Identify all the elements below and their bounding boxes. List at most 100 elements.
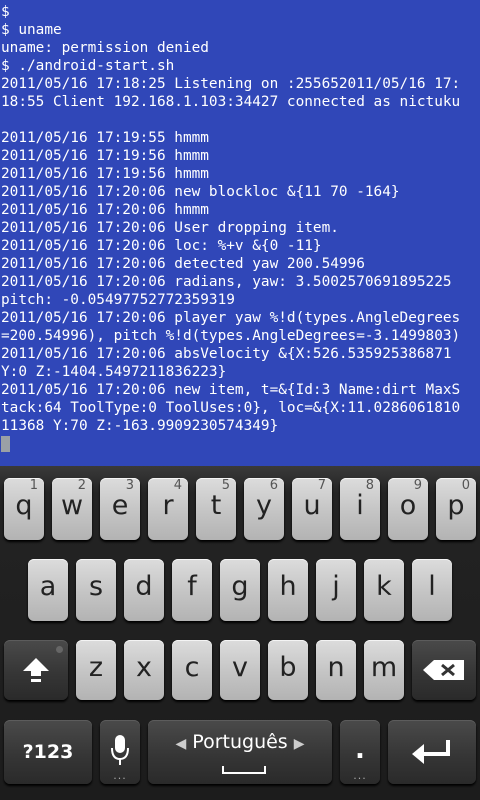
key-label: n xyxy=(327,652,345,683)
key-label: m xyxy=(370,652,398,683)
microphone-hint: ... xyxy=(113,769,127,782)
terminal-line: 2011/05/16 17:20:06 hmmm xyxy=(1,202,209,218)
key-label: w xyxy=(60,490,84,521)
terminal-line: 18:55 Client 192.168.1.103:34427 connect… xyxy=(1,94,461,110)
key-b[interactable]: b xyxy=(268,640,308,700)
shift-key[interactable] xyxy=(4,640,68,700)
key-label: v xyxy=(232,652,248,683)
key-label: z xyxy=(88,652,104,683)
terminal-line: $ uname xyxy=(1,22,62,38)
key-label: p xyxy=(447,490,465,521)
terminal-line: 2011/05/16 17:20:06 player yaw %!d(types… xyxy=(1,310,461,326)
key-label: x xyxy=(136,652,152,683)
key-label: u xyxy=(303,490,321,521)
key-i[interactable]: i8 xyxy=(340,478,380,540)
key-d[interactable]: d xyxy=(124,559,164,621)
terminal-line: uname: permission denied xyxy=(1,40,209,56)
terminal-line: 2011/05/16 17:19:56 hmmm xyxy=(1,148,209,164)
key-v[interactable]: v xyxy=(220,640,260,700)
key-u[interactable]: u7 xyxy=(292,478,332,540)
terminal-line: 2011/05/16 17:20:06 loc: %+v &{0 -11} xyxy=(1,238,322,254)
key-label: s xyxy=(88,571,104,602)
terminal-line: =200.54996), pitch %!d(types.AngleDegree… xyxy=(1,328,461,344)
terminal-screen[interactable]: $ $ uname uname: permission denied $ ./andr… xyxy=(0,0,480,466)
terminal-cursor xyxy=(1,436,10,452)
key-secondary-label: 9 xyxy=(413,478,422,493)
key-a[interactable]: a xyxy=(28,559,68,621)
key-k[interactable]: k xyxy=(364,559,404,621)
backspace-icon xyxy=(423,660,464,680)
key-y[interactable]: y6 xyxy=(244,478,284,540)
key-n[interactable]: n xyxy=(316,640,356,700)
space-bar-icon xyxy=(222,766,266,774)
key-p[interactable]: p0 xyxy=(436,478,476,540)
language-label: ◀ Português ▶ xyxy=(148,730,332,756)
key-g[interactable]: g xyxy=(220,559,260,621)
terminal-line: 2011/05/16 17:20:06 new item, t=&{Id:3 N… xyxy=(1,382,461,398)
key-secondary-label: 1 xyxy=(29,478,38,493)
shift-indicator xyxy=(56,646,63,653)
key-secondary-label: 6 xyxy=(269,478,278,493)
terminal-line: 2011/05/16 17:20:06 absVelocity &{X:526.… xyxy=(1,346,452,362)
key-secondary-label: 4 xyxy=(173,478,182,493)
key-secondary-label: 7 xyxy=(317,478,326,493)
terminal-line: 2011/05/16 17:20:06 User dropping item. xyxy=(1,220,339,236)
backspace-key[interactable] xyxy=(412,640,476,700)
key-f[interactable]: f xyxy=(172,559,212,621)
key-label: y xyxy=(256,490,272,521)
language-left-arrow-icon: ◀ xyxy=(175,736,187,752)
key-o[interactable]: o9 xyxy=(388,478,428,540)
key-label: d xyxy=(135,571,153,602)
key-l[interactable]: l xyxy=(412,559,452,621)
enter-key[interactable] xyxy=(388,720,476,784)
key-label: g xyxy=(231,571,249,602)
symbols-key[interactable]: ?123 xyxy=(4,720,92,784)
key-label: b xyxy=(279,652,297,683)
key-e[interactable]: e3 xyxy=(100,478,140,540)
terminal-line: 2011/05/16 17:20:06 detected yaw 200.549… xyxy=(1,256,365,272)
soft-keyboard: q1w2e3r4t5y6u7i8o9p0 asdfghjkl zxcvbnm ?… xyxy=(0,466,480,800)
terminal-line: 2011/05/16 17:18:25 Listening on :255652… xyxy=(1,76,461,92)
key-label: o xyxy=(399,490,417,521)
terminal-output: $ $ uname uname: permission denied $ ./andr… xyxy=(0,0,480,435)
terminal-line: tack:64 ToolType:0 ToolUses:0}, loc=&{X:… xyxy=(1,400,461,416)
key-label: q xyxy=(15,490,33,521)
key-w[interactable]: w2 xyxy=(52,478,92,540)
terminal-line: 2011/05/16 17:19:55 hmmm xyxy=(1,130,209,146)
key-label: t xyxy=(210,490,222,521)
key-z[interactable]: z xyxy=(76,640,116,700)
terminal-line: 2011/05/16 17:20:06 radians, yaw: 3.5002… xyxy=(1,274,452,290)
key-h[interactable]: h xyxy=(268,559,308,621)
key-q[interactable]: q1 xyxy=(4,478,44,540)
shift-arrow-icon xyxy=(23,658,49,682)
microphone-key[interactable]: ... xyxy=(100,720,140,784)
terminal-line: $ xyxy=(1,4,10,20)
period-key-label: . xyxy=(355,735,365,765)
key-secondary-label: 5 xyxy=(221,478,230,493)
key-c[interactable]: c xyxy=(172,640,212,700)
terminal-line: pitch: -0.05497752772359319 xyxy=(1,292,235,308)
period-key[interactable]: . ... xyxy=(340,720,380,784)
key-j[interactable]: j xyxy=(316,559,356,621)
key-label: r xyxy=(162,490,174,521)
key-s[interactable]: s xyxy=(76,559,116,621)
key-t[interactable]: t5 xyxy=(196,478,236,540)
symbols-key-label: ?123 xyxy=(22,741,74,763)
key-secondary-label: 8 xyxy=(365,478,374,493)
key-label: l xyxy=(428,571,436,602)
key-m[interactable]: m xyxy=(364,640,404,700)
key-label: c xyxy=(184,652,200,683)
key-x[interactable]: x xyxy=(124,640,164,700)
language-right-arrow-icon: ▶ xyxy=(293,736,305,752)
terminal-line: $ ./android-start.sh xyxy=(1,58,175,74)
space-key[interactable]: ◀ Português ▶ xyxy=(148,720,332,784)
key-label: i xyxy=(356,490,364,521)
period-key-hint: ... xyxy=(353,769,367,782)
key-label: f xyxy=(187,571,197,602)
enter-arrow-icon xyxy=(412,740,450,764)
microphone-icon xyxy=(111,735,129,765)
terminal-line: 11368 Y:70 Z:-163.9909230574349} xyxy=(1,418,279,434)
terminal-line: 2011/05/16 17:19:56 hmmm xyxy=(1,166,209,182)
key-label: j xyxy=(332,571,340,602)
key-r[interactable]: r4 xyxy=(148,478,188,540)
